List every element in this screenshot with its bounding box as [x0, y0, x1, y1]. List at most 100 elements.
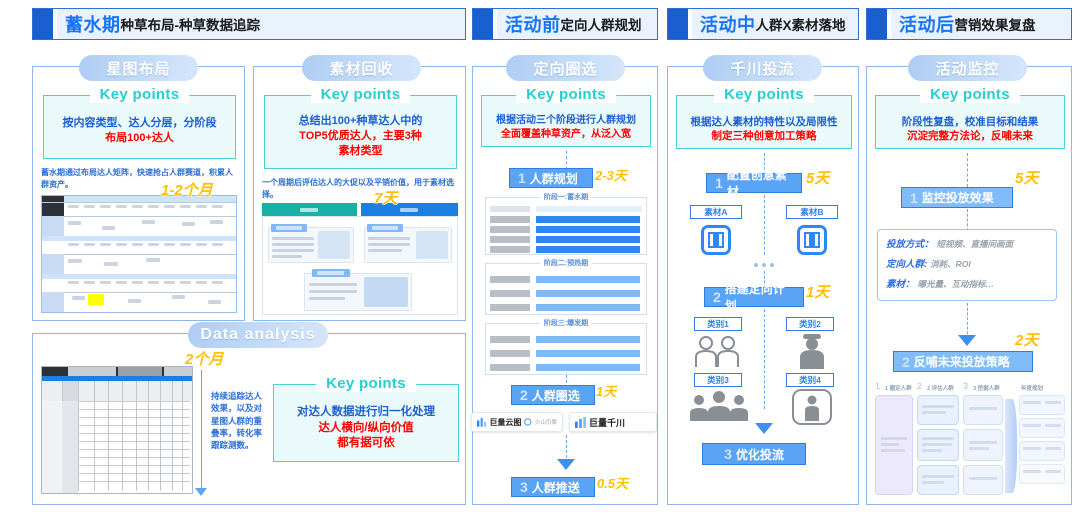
header-subtitle: 营销效果复盘	[954, 18, 1036, 33]
category-3-label: 类别3	[694, 373, 742, 387]
step-label: 人群圈选	[531, 388, 580, 403]
material-b-label: 素材B	[786, 205, 838, 219]
duration-xingtu: 1-2个月	[161, 182, 213, 199]
step-number: 2	[520, 387, 528, 403]
step-number: 3	[724, 446, 732, 462]
metric-key: 定向人群:	[886, 259, 928, 270]
brand-label: 巨量千川	[589, 417, 626, 428]
metric-key: 素材：	[886, 279, 915, 290]
step-renqun-quanxuan[interactable]: 2 人群圈选	[511, 385, 595, 405]
keypoints-line1: 根据活动三个阶段进行人群规划	[496, 115, 636, 126]
keypoints-data-analysis: Key points 对达人数据进行归一化处理 达人横向/纵向价值 都有据可依	[273, 375, 459, 462]
step-number: 2	[713, 289, 721, 305]
keypoints-line1: 按内容类型、达人分层，分阶段	[62, 117, 217, 129]
keypoints-line3: 都有据可依	[337, 437, 395, 450]
header-accent-block	[867, 9, 887, 39]
material-label-text: 素材A	[704, 207, 728, 217]
header-accent-block	[473, 9, 493, 39]
keypoints-line2: 制定三种创意加工策略	[711, 130, 817, 143]
stage-column-pre-event: 活动前 定向人群规划 Key points 根据活动三个阶段进行人群规划 全面覆…	[471, 0, 658, 522]
diagram-col-label: 3 挖掘人群	[973, 386, 1000, 392]
keypoints-line1: 对达人数据进行归一化处理	[297, 406, 435, 418]
header-emphasis: 活动后	[899, 15, 955, 35]
step-fanbu-celue[interactable]: 2 反哺未来投放策略	[893, 351, 1033, 372]
panel-data-analysis: 2个月 持续追踪达人效果，以及对星图人群的重叠率，转化率跟踪测数。 Key po…	[32, 333, 466, 505]
keypoints-label: Key points	[714, 86, 814, 103]
category-label-text: 类别3	[707, 375, 729, 385]
header-accent-block	[33, 9, 53, 39]
header-title: 活动中 人群X素材落地	[692, 9, 858, 39]
two-people-icon	[695, 336, 739, 367]
step-number: 3	[520, 479, 528, 495]
panel-jiankong: Key points 阶段性复盘，校准目标和结果 沉淀完整方法论，反哺未来 5天…	[866, 66, 1072, 505]
brand-juliang-yuntu[interactable]: 巨量云图 火山引擎	[471, 412, 563, 432]
desc-sucai: 一个周期后评估达人的大促以及平销价值，用于素材选择。	[262, 178, 454, 199]
step-renqun-guihua[interactable]: 1 人群规划	[509, 168, 593, 188]
metric-row: 定向人群: 消耗、ROI	[886, 256, 1048, 270]
thumbnail-sucai-value	[262, 203, 458, 315]
step-label: 监控投放效果	[921, 191, 994, 205]
keypoints-label: Key points	[89, 86, 190, 103]
step-number: 2	[902, 353, 910, 370]
diagram-col-label: 2 评估人群	[927, 386, 954, 392]
duration-step2-qianchuan: 1天	[806, 284, 830, 301]
header-accent-block	[668, 9, 688, 39]
keypoints-label: Key points	[516, 86, 616, 103]
header-title: 活动后 营销效果复盘	[891, 9, 1071, 39]
category-label-text: 类别1	[707, 319, 729, 329]
duration-data-analysis: 2个月	[185, 351, 224, 368]
step-peizhi-sucai[interactable]: 1 配置创意素材	[706, 168, 802, 199]
material-a-label: 素材A	[690, 205, 742, 219]
keypoints-qianchuan: Key points 根据达人素材的特性以及局限性 制定三种创意加工策略	[676, 86, 852, 149]
category-4-label: 类别4	[786, 373, 834, 387]
plan-group-caption: 阶段三:爆发期	[539, 318, 593, 328]
cloud-icon	[524, 418, 532, 426]
step-renqun-tuisong[interactable]: 3 人群推送	[511, 477, 595, 497]
keypoints-jiankong: Key points 阶段性复盘，校准目标和结果 沉淀完整方法论，反哺未来	[875, 86, 1065, 149]
material-label-text: 素材B	[800, 207, 824, 217]
stage-column-post-event: 活动后 营销效果复盘 Key points 阶段性复盘，校准目标和结果 沉淀完整…	[866, 0, 1072, 522]
thumbnail-calendar	[41, 195, 237, 313]
step-number: 1	[518, 170, 526, 186]
category-2-label: 类别2	[786, 317, 834, 331]
keypoints-line2: 布局100+达人	[105, 131, 174, 144]
keypoints-label: Key points	[310, 86, 411, 103]
film-icon-a	[701, 225, 731, 255]
header-subtitle: 定向人群规划	[560, 18, 642, 33]
header-subtitle: 种草布局-种草数据追踪	[120, 18, 261, 33]
step-youhua-touliu[interactable]: 3 优化投流	[702, 443, 806, 465]
category-label-text: 类别2	[799, 319, 821, 329]
diagram-col-label: 年度规划	[1021, 386, 1044, 392]
header-subtitle: 人群X素材落地	[755, 18, 846, 33]
panel-sucai: Key points 总结出100+种草达人中的 TOP5优质达人，主要3种 素…	[253, 66, 466, 321]
header-title: 蓄水期 种草布局-种草数据追踪	[57, 9, 465, 39]
metric-row: 投放方式： 短视频、直播间画面	[886, 236, 1048, 250]
keypoints-xingtu: Key points 按内容类型、达人分层，分阶段 布局100+达人	[43, 86, 236, 159]
keypoints-dingxiang: Key points 根据活动三个阶段进行人群规划 全面覆盖种草资产，从泛入宽	[481, 86, 651, 147]
header-emphasis: 活动中	[700, 15, 756, 35]
stage-header-pre-event: 活动前 定向人群规划	[472, 8, 658, 40]
step-number: 1	[715, 175, 723, 191]
pill-jiankong: 活动监控	[908, 55, 1027, 81]
single-person-boxed-icon	[792, 389, 832, 425]
diagram-col-label: 1 圈定人群	[885, 386, 912, 392]
pill-xingtu: 星图布局	[79, 55, 198, 81]
metric-value: 消耗、ROI	[930, 259, 971, 269]
metrics-box: 投放方式： 短视频、直播间画面 定向人群: 消耗、ROI 素材： 曝光量、互动指…	[877, 229, 1057, 301]
step-jiankong-touf[interactable]: 1 监控投放效果	[901, 187, 1013, 208]
duration-step1-jiankong: 5天	[1015, 170, 1039, 187]
duration-sucai: 7天	[374, 190, 398, 207]
step-label: 人群推送	[531, 480, 580, 495]
keypoints-line2: TOP5优质达人，主要3种	[299, 129, 422, 142]
step-label: 人群规划	[529, 171, 578, 186]
plan-group-3: 阶段三:爆发期	[485, 318, 647, 375]
brand-juliang-qianchuan[interactable]: 巨量千川	[569, 412, 657, 432]
infographic-root: 蓄水期 种草布局-种草数据追踪 Key points 按内容类型、达人分层，分阶…	[0, 0, 1080, 522]
thumbnail-audience-framework: 1 1 圈定人群 2 2 评估人群 3 3 挖掘人群 年度规划	[873, 381, 1067, 499]
plan-group-2: 阶段二:预热期	[485, 258, 647, 315]
header-emphasis: 活动前	[505, 15, 561, 35]
keypoints-label: Key points	[920, 86, 1020, 103]
panel-qianchuan: Key points 根据达人素材的特性以及局限性 制定三种创意加工策略 1 配…	[667, 66, 859, 505]
step-dingxiang-jihua[interactable]: 2 搭建定向计划	[704, 282, 804, 313]
step-label: 搭建定向计划	[724, 282, 785, 313]
